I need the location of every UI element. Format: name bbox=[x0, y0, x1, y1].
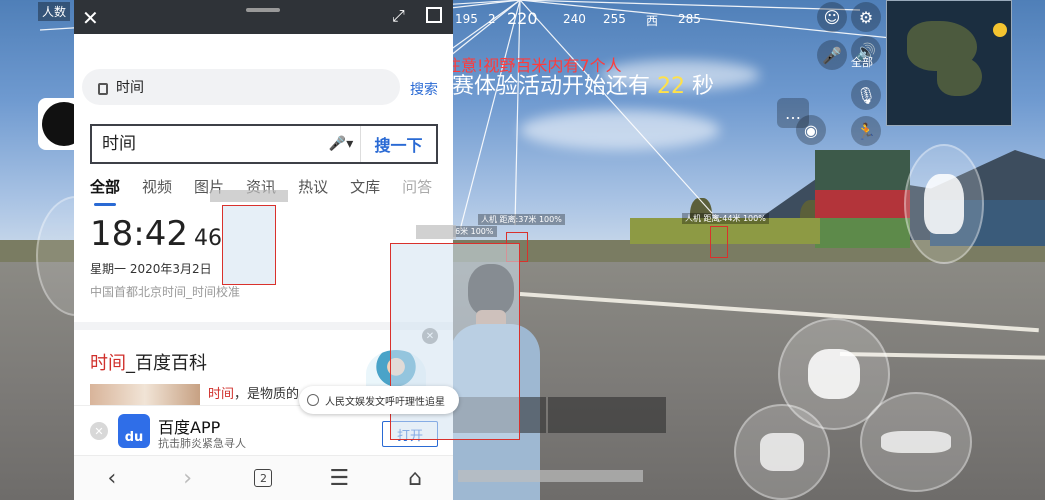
window-titlebar[interactable]: ✕ ⤢ bbox=[74, 0, 453, 34]
address-bar[interactable]: 时间 bbox=[82, 69, 400, 105]
fist-icon bbox=[808, 349, 860, 399]
sprint-icon[interactable]: 🏃 bbox=[851, 116, 881, 146]
compass-tick: 255 bbox=[603, 12, 626, 26]
tab-video[interactable]: 视频 bbox=[142, 176, 172, 206]
home-icon[interactable]: ⌂ bbox=[395, 463, 435, 493]
tab-qa[interactable]: 问答 bbox=[402, 176, 432, 206]
jump-figure-icon bbox=[924, 174, 964, 234]
trending-search-pill[interactable]: 人民文娱发文呼吁理性追星 bbox=[299, 386, 459, 414]
compass-tick: 西 bbox=[646, 14, 659, 28]
overlay-bar bbox=[210, 190, 288, 202]
prone-icon bbox=[881, 431, 951, 453]
expand-icon[interactable]: ⤢ bbox=[392, 6, 405, 26]
microphone-off-icon[interactable]: 🎤 bbox=[817, 40, 847, 70]
baidu-logo-icon: du bbox=[118, 414, 150, 448]
enemy-tag: 人机 距离:37米 100% bbox=[478, 214, 565, 225]
address-text: 时间 bbox=[116, 80, 144, 96]
compass-tick: 285 bbox=[678, 12, 701, 26]
weapon-slot[interactable] bbox=[548, 397, 666, 433]
enemy-tag: 人机 距离:44米 100% bbox=[682, 213, 769, 224]
forward-icon[interactable]: › bbox=[168, 463, 208, 493]
trending-text: 人民文娱发文呼吁理性追星 bbox=[325, 396, 445, 408]
minimap[interactable] bbox=[886, 0, 1012, 126]
enemy-box bbox=[710, 226, 728, 258]
result-title-rest: _百度百科 bbox=[126, 353, 207, 374]
countdown-text: 赛体验活动开始还有 22 秒 bbox=[452, 68, 714, 100]
countdown-prefix: 赛体验活动开始还有 bbox=[452, 74, 657, 99]
tab-discussion[interactable]: 热议 bbox=[298, 176, 328, 206]
emote-icon[interactable]: ☺ bbox=[817, 2, 847, 32]
prone-button[interactable] bbox=[860, 392, 972, 492]
search-box[interactable]: 时间 🎤▾ 搜一下 bbox=[90, 124, 438, 164]
search-link[interactable]: 搜索 bbox=[410, 79, 438, 99]
close-icon[interactable]: ✕ bbox=[90, 422, 108, 440]
overlay-bar bbox=[416, 225, 456, 239]
compass-tick: 240 bbox=[563, 12, 586, 26]
microphone-icon[interactable]: 🎤▾ bbox=[322, 126, 360, 162]
clock-seconds: 46 bbox=[193, 226, 222, 251]
snippet-rest: ，是物质的 bbox=[234, 387, 300, 402]
browser-nav-bar: ‹ › 2 ☰ ⌂ bbox=[74, 455, 453, 500]
back-icon[interactable]: ‹ bbox=[92, 463, 132, 493]
compass-heading: 220 bbox=[507, 9, 538, 28]
voice-channel-label: 全部 bbox=[851, 56, 873, 69]
health-bar bbox=[458, 470, 643, 482]
countdown-number: 22 bbox=[657, 74, 685, 99]
waypoint-marker-icon bbox=[993, 23, 1007, 37]
enemy-tag: 6米 100% bbox=[452, 226, 497, 237]
result-title[interactable]: 时间_百度百科 bbox=[90, 349, 207, 375]
tab-library[interactable]: 文库 bbox=[350, 176, 380, 206]
time-source-link[interactable]: 中国首都北京时间_时间校准 bbox=[90, 283, 440, 300]
search-button[interactable]: 搜一下 bbox=[360, 126, 436, 162]
tab-count: 2 bbox=[254, 469, 273, 487]
tab-all[interactable]: 全部 bbox=[90, 176, 120, 206]
drag-handle[interactable] bbox=[246, 8, 280, 12]
clock-hours-minutes: 18:42 bbox=[90, 214, 188, 254]
compass-tick: 2 bbox=[488, 12, 496, 26]
crouch-button[interactable] bbox=[734, 404, 830, 500]
app-subtitle: 抗击肺炎紧急寻人 bbox=[158, 437, 246, 450]
snippet-highlight: 时间 bbox=[208, 387, 235, 402]
search-icon bbox=[307, 394, 319, 406]
jump-button[interactable] bbox=[904, 144, 984, 264]
lock-icon bbox=[98, 83, 108, 95]
result-snippet: 时间，是物质的 bbox=[208, 383, 299, 402]
tabs-button[interactable]: 2 bbox=[243, 463, 283, 493]
fullscreen-icon[interactable] bbox=[426, 7, 442, 23]
eye-icon[interactable]: ◉ bbox=[796, 115, 826, 145]
crouch-icon bbox=[760, 433, 804, 471]
mic-icon[interactable]: 🎙 bbox=[851, 80, 881, 110]
close-icon[interactable]: ✕ bbox=[82, 6, 99, 30]
map-island bbox=[937, 56, 982, 96]
enemy-box bbox=[222, 205, 276, 285]
search-input[interactable]: 时间 bbox=[92, 126, 322, 162]
result-title-highlight: 时间 bbox=[90, 353, 126, 374]
compass-tick: 195 bbox=[455, 12, 478, 26]
menu-icon[interactable]: ☰ bbox=[319, 463, 359, 493]
countdown-suffix: 秒 bbox=[685, 74, 714, 99]
gear-icon[interactable]: ⚙ bbox=[851, 2, 881, 32]
player-count-label: 人数 bbox=[38, 2, 71, 21]
